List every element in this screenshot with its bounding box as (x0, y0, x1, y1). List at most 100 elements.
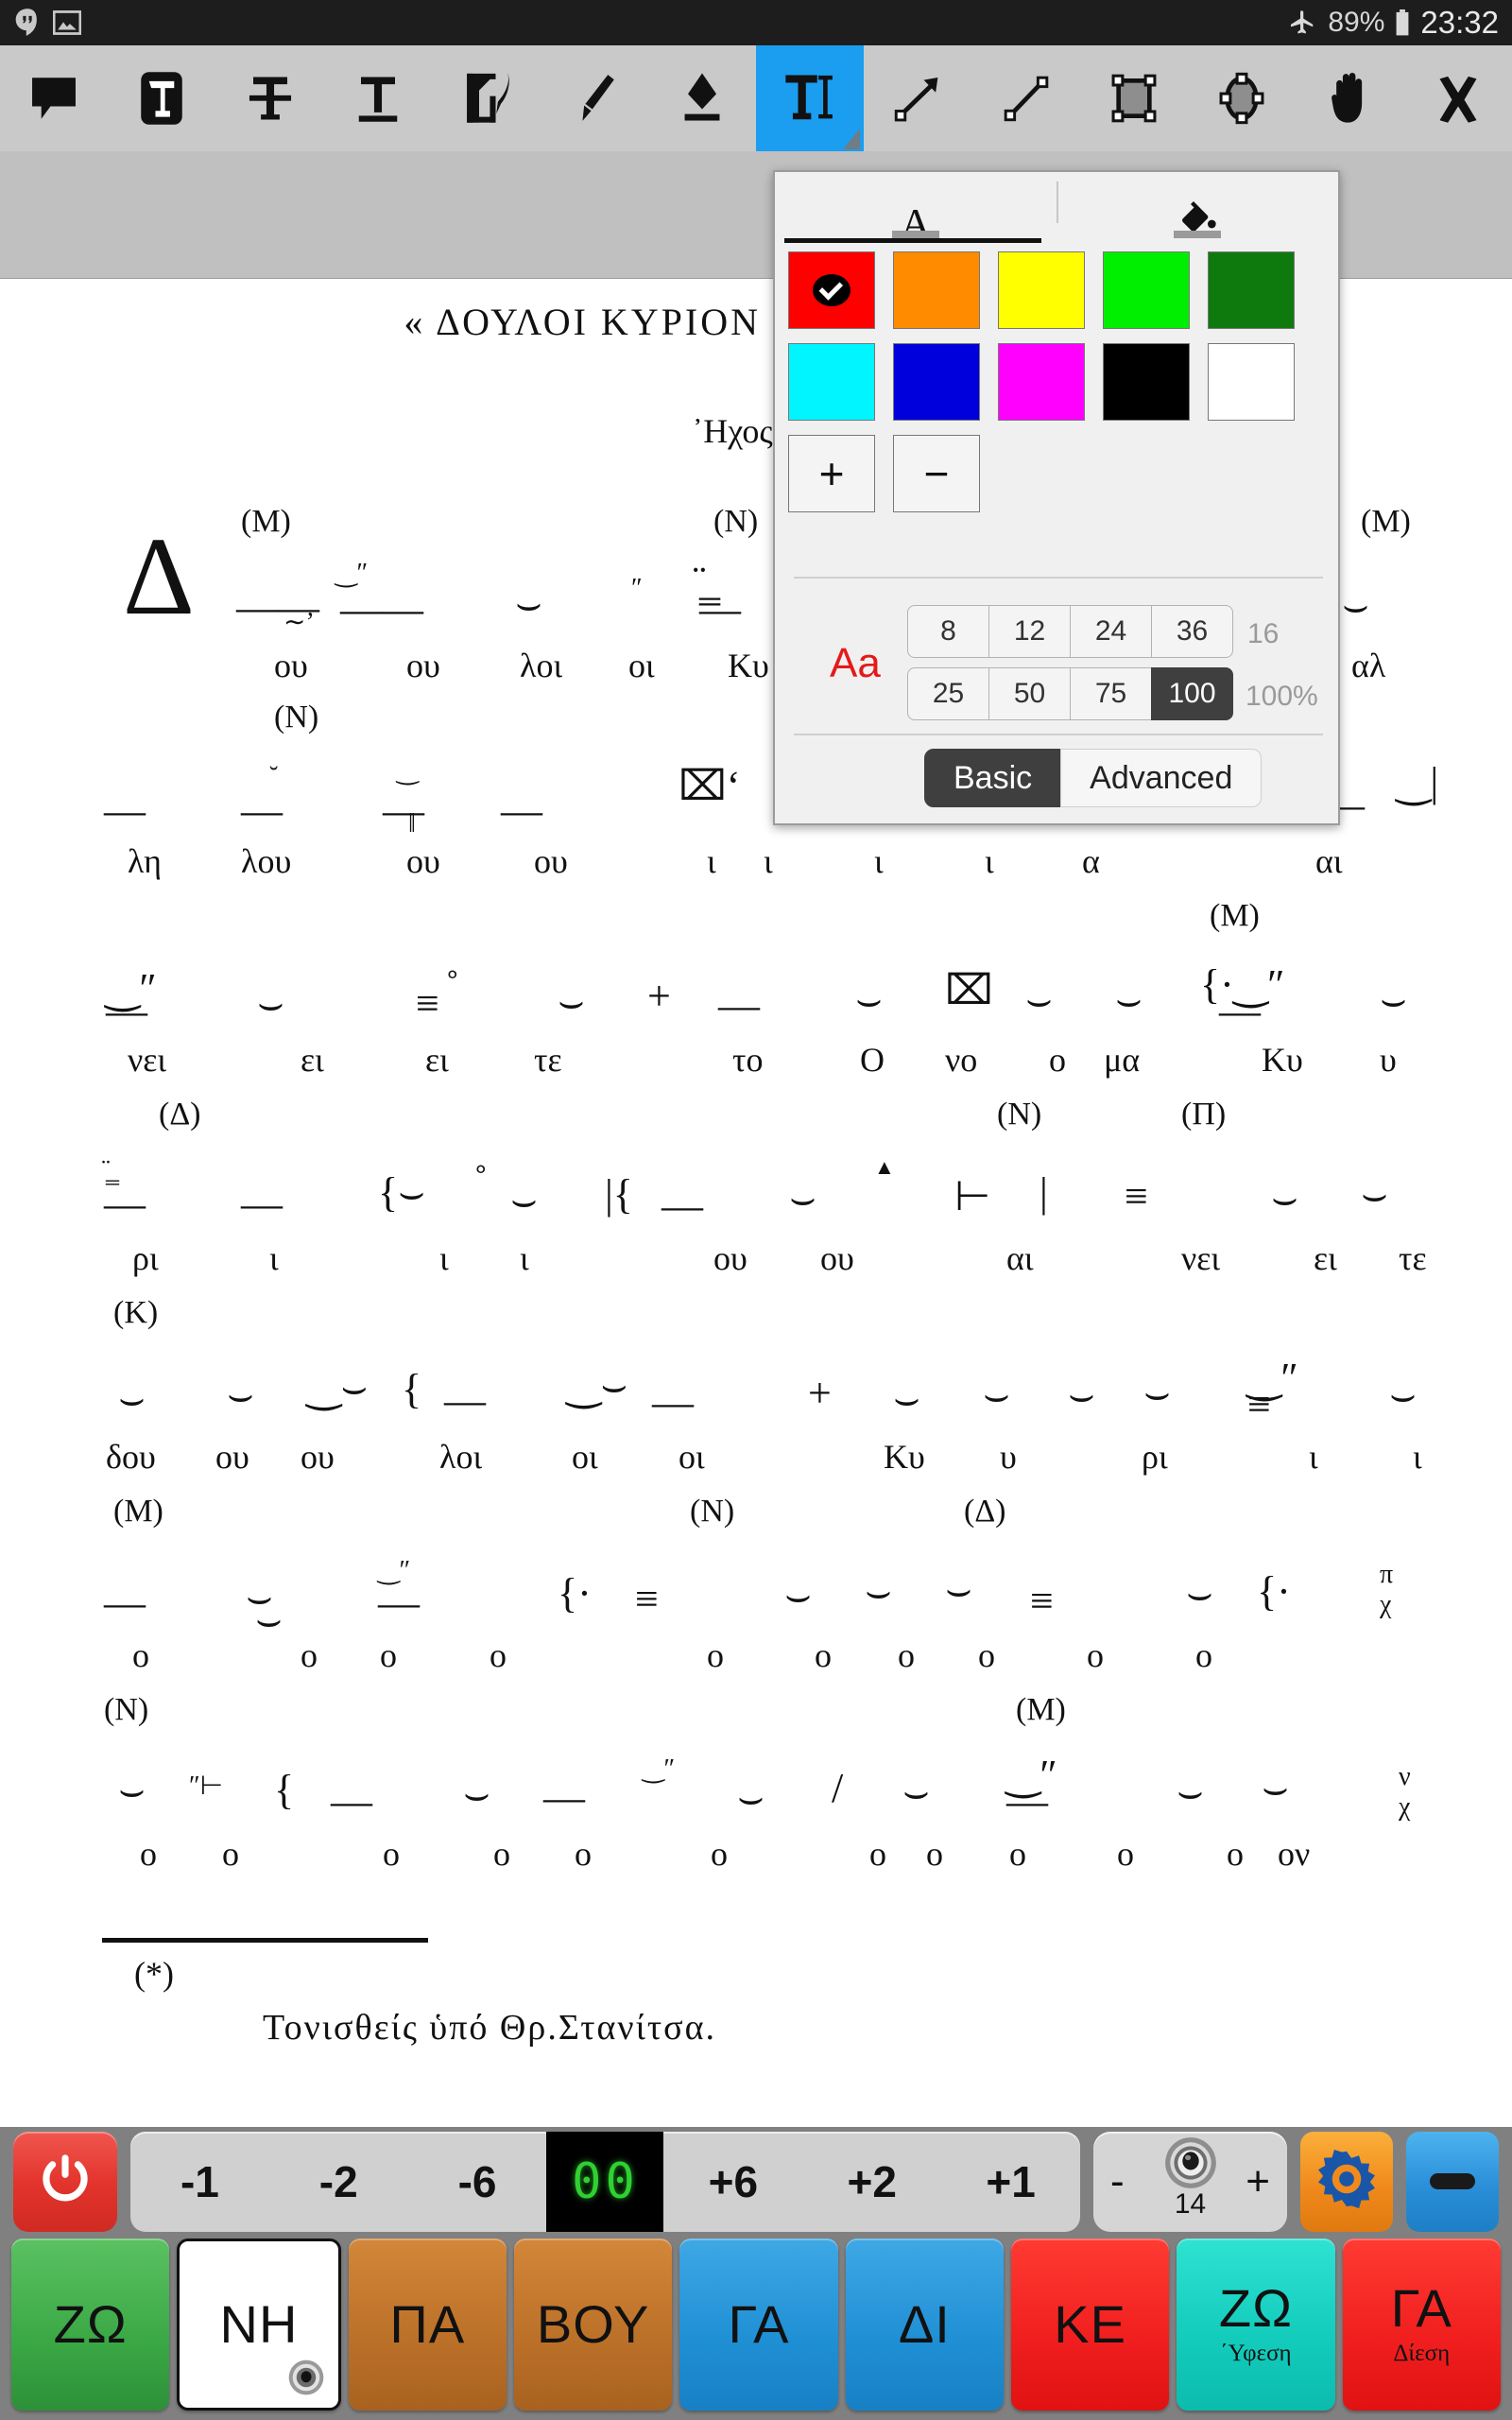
neume-group: ⌧‘ (679, 763, 741, 809)
lyric-syllable: ο (575, 1835, 592, 1873)
transpose-minus-6[interactable]: -6 (408, 2132, 547, 2232)
neume-group: — (543, 1774, 585, 1821)
key-zo[interactable]: ΖΩ (11, 2238, 170, 2411)
advanced-mode-button[interactable]: Advanced (1060, 749, 1263, 807)
lyric-syllable: ο (815, 1636, 832, 1674)
tool-expand-corner[interactable] (843, 129, 861, 149)
neume-group: χ (1380, 1590, 1392, 1619)
remove-color-button[interactable]: − (893, 435, 980, 512)
neume-group: ⌣ (118, 1767, 146, 1813)
lyric-line: ο ο ο ο ο ο ο ο ο ο (0, 1635, 1512, 1692)
transpose-minus-2[interactable]: -2 (269, 2132, 408, 2232)
strikethrough-tool[interactable] (216, 45, 324, 151)
speech-bubble-tool[interactable] (0, 45, 108, 151)
power-button[interactable] (13, 2131, 117, 2232)
highlighter-tool[interactable] (648, 45, 756, 151)
key-pa[interactable]: ΠΑ (348, 2238, 507, 2411)
neume-group: ‿ (397, 756, 419, 786)
swatch-orange[interactable] (893, 251, 980, 329)
brush-tool[interactable] (540, 45, 647, 151)
transpose-plus-1[interactable]: +1 (941, 2132, 1080, 2232)
key-label: ΝΗ (219, 2294, 299, 2354)
martyria-marker: (Μ) (1016, 1692, 1066, 1727)
martyria-marker: (Κ) (113, 1295, 159, 1330)
mode-toggle-group: Basic Advanced (924, 749, 1263, 807)
collapse-panel-button[interactable] (1406, 2131, 1499, 2232)
neume-group: ˘ (269, 762, 279, 791)
swatch-green[interactable] (1103, 251, 1190, 329)
key-vou[interactable]: ΒΟΥ (513, 2238, 673, 2411)
opacity-segment-group: 25 50 75 100 (907, 667, 1233, 720)
score-system: (Κ) ⌣ ⌣ ‿⌣ { — ‿⌣ — + ⌣ ⌣ ⌣ ⌣ ‿″ ≡ ⌣ δου (0, 1295, 1512, 1494)
active-tab-indicator (784, 238, 1041, 243)
opacity-25[interactable]: 25 (907, 667, 989, 720)
swatch-dark-green[interactable] (1208, 251, 1295, 329)
volume-up-button[interactable]: + (1246, 2158, 1270, 2205)
text-box-tool[interactable] (108, 45, 215, 151)
opacity-75[interactable]: 75 (1070, 667, 1152, 720)
minus-icon (1430, 2173, 1475, 2189)
signature-tool[interactable] (432, 45, 540, 151)
fill-color-tab[interactable] (1057, 172, 1338, 246)
lyric-syllable: ο (1087, 1636, 1104, 1674)
font-size-24[interactable]: 24 (1070, 605, 1152, 658)
neume-group: ⌣ (463, 1771, 490, 1817)
lyric-syllable: ει (425, 1041, 449, 1079)
font-size-12[interactable]: 12 (988, 605, 1071, 658)
text-cursor-tool[interactable] (755, 45, 865, 151)
volume-down-button[interactable]: - (1110, 2158, 1125, 2205)
key-sublabel: Δίεση (1393, 2341, 1451, 2366)
opacity-100[interactable]: 100 (1151, 667, 1233, 720)
lyric-syllable: δου (106, 1438, 156, 1476)
hand-tool[interactable] (1296, 45, 1403, 151)
key-ni[interactable]: ΝΗ (177, 2238, 341, 2411)
lyric-syllable: ου (820, 1239, 854, 1277)
color-style-popup[interactable]: A + − Aa 8 12 24 36 16 25 50 75 100 100%… (773, 170, 1340, 825)
transpose-display[interactable]: 00 (546, 2131, 664, 2232)
settings-button[interactable] (1300, 2131, 1393, 2232)
volume-control[interactable]: - 14 + (1093, 2131, 1287, 2232)
arrow-tool[interactable] (864, 45, 971, 151)
underline-tool[interactable] (324, 45, 432, 151)
neume-group: ⌣ (1271, 1175, 1298, 1221)
swatch-yellow[interactable] (998, 251, 1085, 329)
text-color-tab[interactable]: A (775, 172, 1057, 246)
transpose-plus-6[interactable]: +6 (663, 2132, 802, 2232)
swatch-cyan[interactable] (788, 343, 875, 421)
lyric-syllable: ου (301, 1438, 335, 1476)
close-tool[interactable] (1404, 45, 1512, 151)
lyric-syllable: ι (269, 1239, 279, 1277)
rectangle-tool[interactable] (1080, 45, 1188, 151)
lyric-syllable: τε (1399, 1239, 1427, 1277)
font-size-36[interactable]: 36 (1151, 605, 1233, 658)
key-di[interactable]: ΔΙ (845, 2238, 1004, 2411)
neume-group: ∘ (444, 960, 461, 990)
key-ke[interactable]: ΚΕ (1010, 2238, 1170, 2411)
swatch-magenta[interactable] (998, 343, 1085, 421)
swatch-blue[interactable] (893, 343, 980, 421)
basic-mode-button[interactable]: Basic (924, 749, 1062, 807)
key-ga[interactable]: ΓΑ (679, 2238, 838, 2411)
neume-group: ∘ (472, 1155, 490, 1184)
martyria-marker-line: (Μ) (Ν) (Δ) (0, 1494, 1512, 1537)
lyric-syllable: ου (274, 647, 308, 684)
opacity-50[interactable]: 50 (988, 667, 1071, 720)
neume-group: ≡ (1030, 1578, 1054, 1624)
transpose-minus-1[interactable]: -1 (130, 2132, 269, 2232)
transpose-plus-2[interactable]: +2 (802, 2132, 941, 2232)
swatch-red[interactable] (788, 251, 875, 329)
lyric-syllable: λοι (520, 647, 563, 684)
swatch-black[interactable] (1103, 343, 1190, 421)
font-size-8[interactable]: 8 (907, 605, 989, 658)
lyric-syllable: ο (222, 1835, 239, 1873)
neume-group: / (832, 1765, 844, 1811)
key-ga-diesi[interactable]: ΓΑ Δίεση (1342, 2238, 1501, 2411)
martyria-marker: (Ν) (274, 700, 319, 735)
add-color-button[interactable]: + (788, 435, 875, 512)
score-system: (Δ) (Ν) (Π) ̈‗ — — {⌣ ∘ ⌣ |{ — ⌣ ▲ ⊢ | ≡… (0, 1097, 1512, 1295)
swatch-white[interactable] (1208, 343, 1295, 421)
key-zo-yfesi[interactable]: ΖΩ ´Υφεση (1177, 2238, 1335, 2411)
gear-icon (1317, 2150, 1376, 2213)
ellipse-tool[interactable] (1188, 45, 1296, 151)
line-tool[interactable] (972, 45, 1080, 151)
